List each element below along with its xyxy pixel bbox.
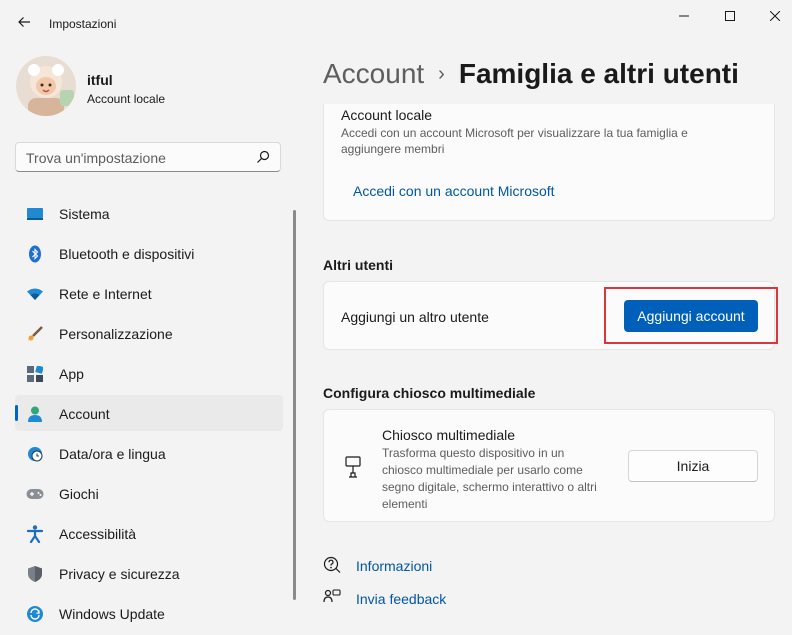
sidebar-item-sistema[interactable]: Sistema [15,195,283,231]
kiosk-heading: Configura chiosco multimediale [323,385,536,401]
title-bar: Impostazioni [0,0,792,48]
sidebar-scrollbar[interactable] [293,210,296,600]
feedback-link[interactable]: Invia feedback [356,591,446,607]
minimize-icon [679,15,689,17]
sidebar-item-rete[interactable]: Rete e Internet [15,275,283,311]
ms-account-description: Accedi con un account Microsoft per visu… [341,126,688,156]
gamepad-icon [26,485,44,503]
search-input[interactable]: Trova un'impostazione [15,142,281,172]
feedback-icon [323,589,341,603]
globe-clock-icon [26,445,44,463]
sidebar-item-data-ora[interactable]: Data/ora e lingua [15,435,283,471]
avatar [16,56,76,116]
sidebar-item-label: Bluetooth e dispositivi [59,246,195,262]
close-button[interactable] [752,4,792,28]
sidebar-nav: Sistema Bluetooth e dispositivi Rete e I… [15,195,283,635]
brush-icon [26,325,44,343]
maximize-icon [725,11,735,21]
sidebar-item-label: Giochi [59,486,99,502]
back-button[interactable] [12,10,36,34]
sidebar-item-bluetooth[interactable]: Bluetooth e dispositivi [15,235,283,271]
sidebar-item-personalizzazione[interactable]: Personalizzazione [15,315,283,351]
wifi-icon [26,285,44,303]
bluetooth-icon [26,245,44,263]
back-arrow-icon [18,17,30,27]
help-icon [323,556,341,573]
maximize-button[interactable] [707,4,753,28]
user-name: itful [87,72,113,88]
user-profile[interactable]: itful Account locale [16,56,286,116]
sign-in-microsoft-link[interactable]: Accedi con un account Microsoft [353,183,555,199]
ms-account-title: Account locale [341,107,433,123]
add-account-button[interactable]: Aggiungi account [624,300,758,332]
sidebar-item-label: Sistema [59,206,110,222]
shield-icon [26,565,44,583]
sidebar-item-account[interactable]: Account [15,395,283,431]
kiosk-description: Trasforma questo dispositivo in un chios… [382,446,597,511]
sidebar-item-label: Data/ora e lingua [59,446,166,462]
kiosk-title: Chiosco multimediale [382,427,516,443]
sidebar-item-label: Accessibilità [59,526,137,542]
sidebar-item-label: Windows Update [59,606,165,622]
page-title: Famiglia e altri utenti [458,58,739,89]
start-kiosk-button[interactable]: Inizia [628,450,758,482]
sidebar-item-windows-update[interactable]: Windows Update [15,595,283,631]
accessibility-icon [26,525,44,543]
kiosk-icon [345,456,361,478]
search-icon [257,150,270,163]
update-icon [26,605,44,623]
sidebar-item-app[interactable]: App [15,355,283,391]
sidebar-item-label: Personalizzazione [59,326,173,342]
breadcrumb-parent[interactable]: Account [323,58,424,89]
sidebar-item-giochi[interactable]: Giochi [15,475,283,511]
close-icon [770,11,780,21]
info-link[interactable]: Informazioni [356,558,432,574]
sidebar-item-privacy[interactable]: Privacy e sicurezza [15,555,283,591]
account-type: Account locale [87,92,166,106]
sidebar-item-label: Rete e Internet [59,286,152,302]
microsoft-account-card: Account locale Accedi con un account Mic… [323,104,775,221]
minimize-button[interactable] [661,4,707,28]
sidebar-item-label: Privacy e sicurezza [59,566,180,582]
sidebar-item-label: Account [59,406,110,422]
sidebar-item-label: App [59,366,84,382]
monitor-icon [26,205,44,223]
breadcrumb-separator: › [438,63,445,85]
breadcrumb: Account › Famiglia e altri utenti [323,58,739,90]
sidebar-item-accessibilita[interactable]: Accessibilità [15,515,283,551]
search-placeholder: Trova un'impostazione [26,150,166,166]
active-indicator [15,405,18,421]
add-other-user-label: Aggiungi un altro utente [341,309,489,325]
person-icon [26,405,44,423]
other-users-heading: Altri utenti [323,257,393,273]
app-title: Impostazioni [49,17,117,31]
apps-icon [26,365,44,383]
